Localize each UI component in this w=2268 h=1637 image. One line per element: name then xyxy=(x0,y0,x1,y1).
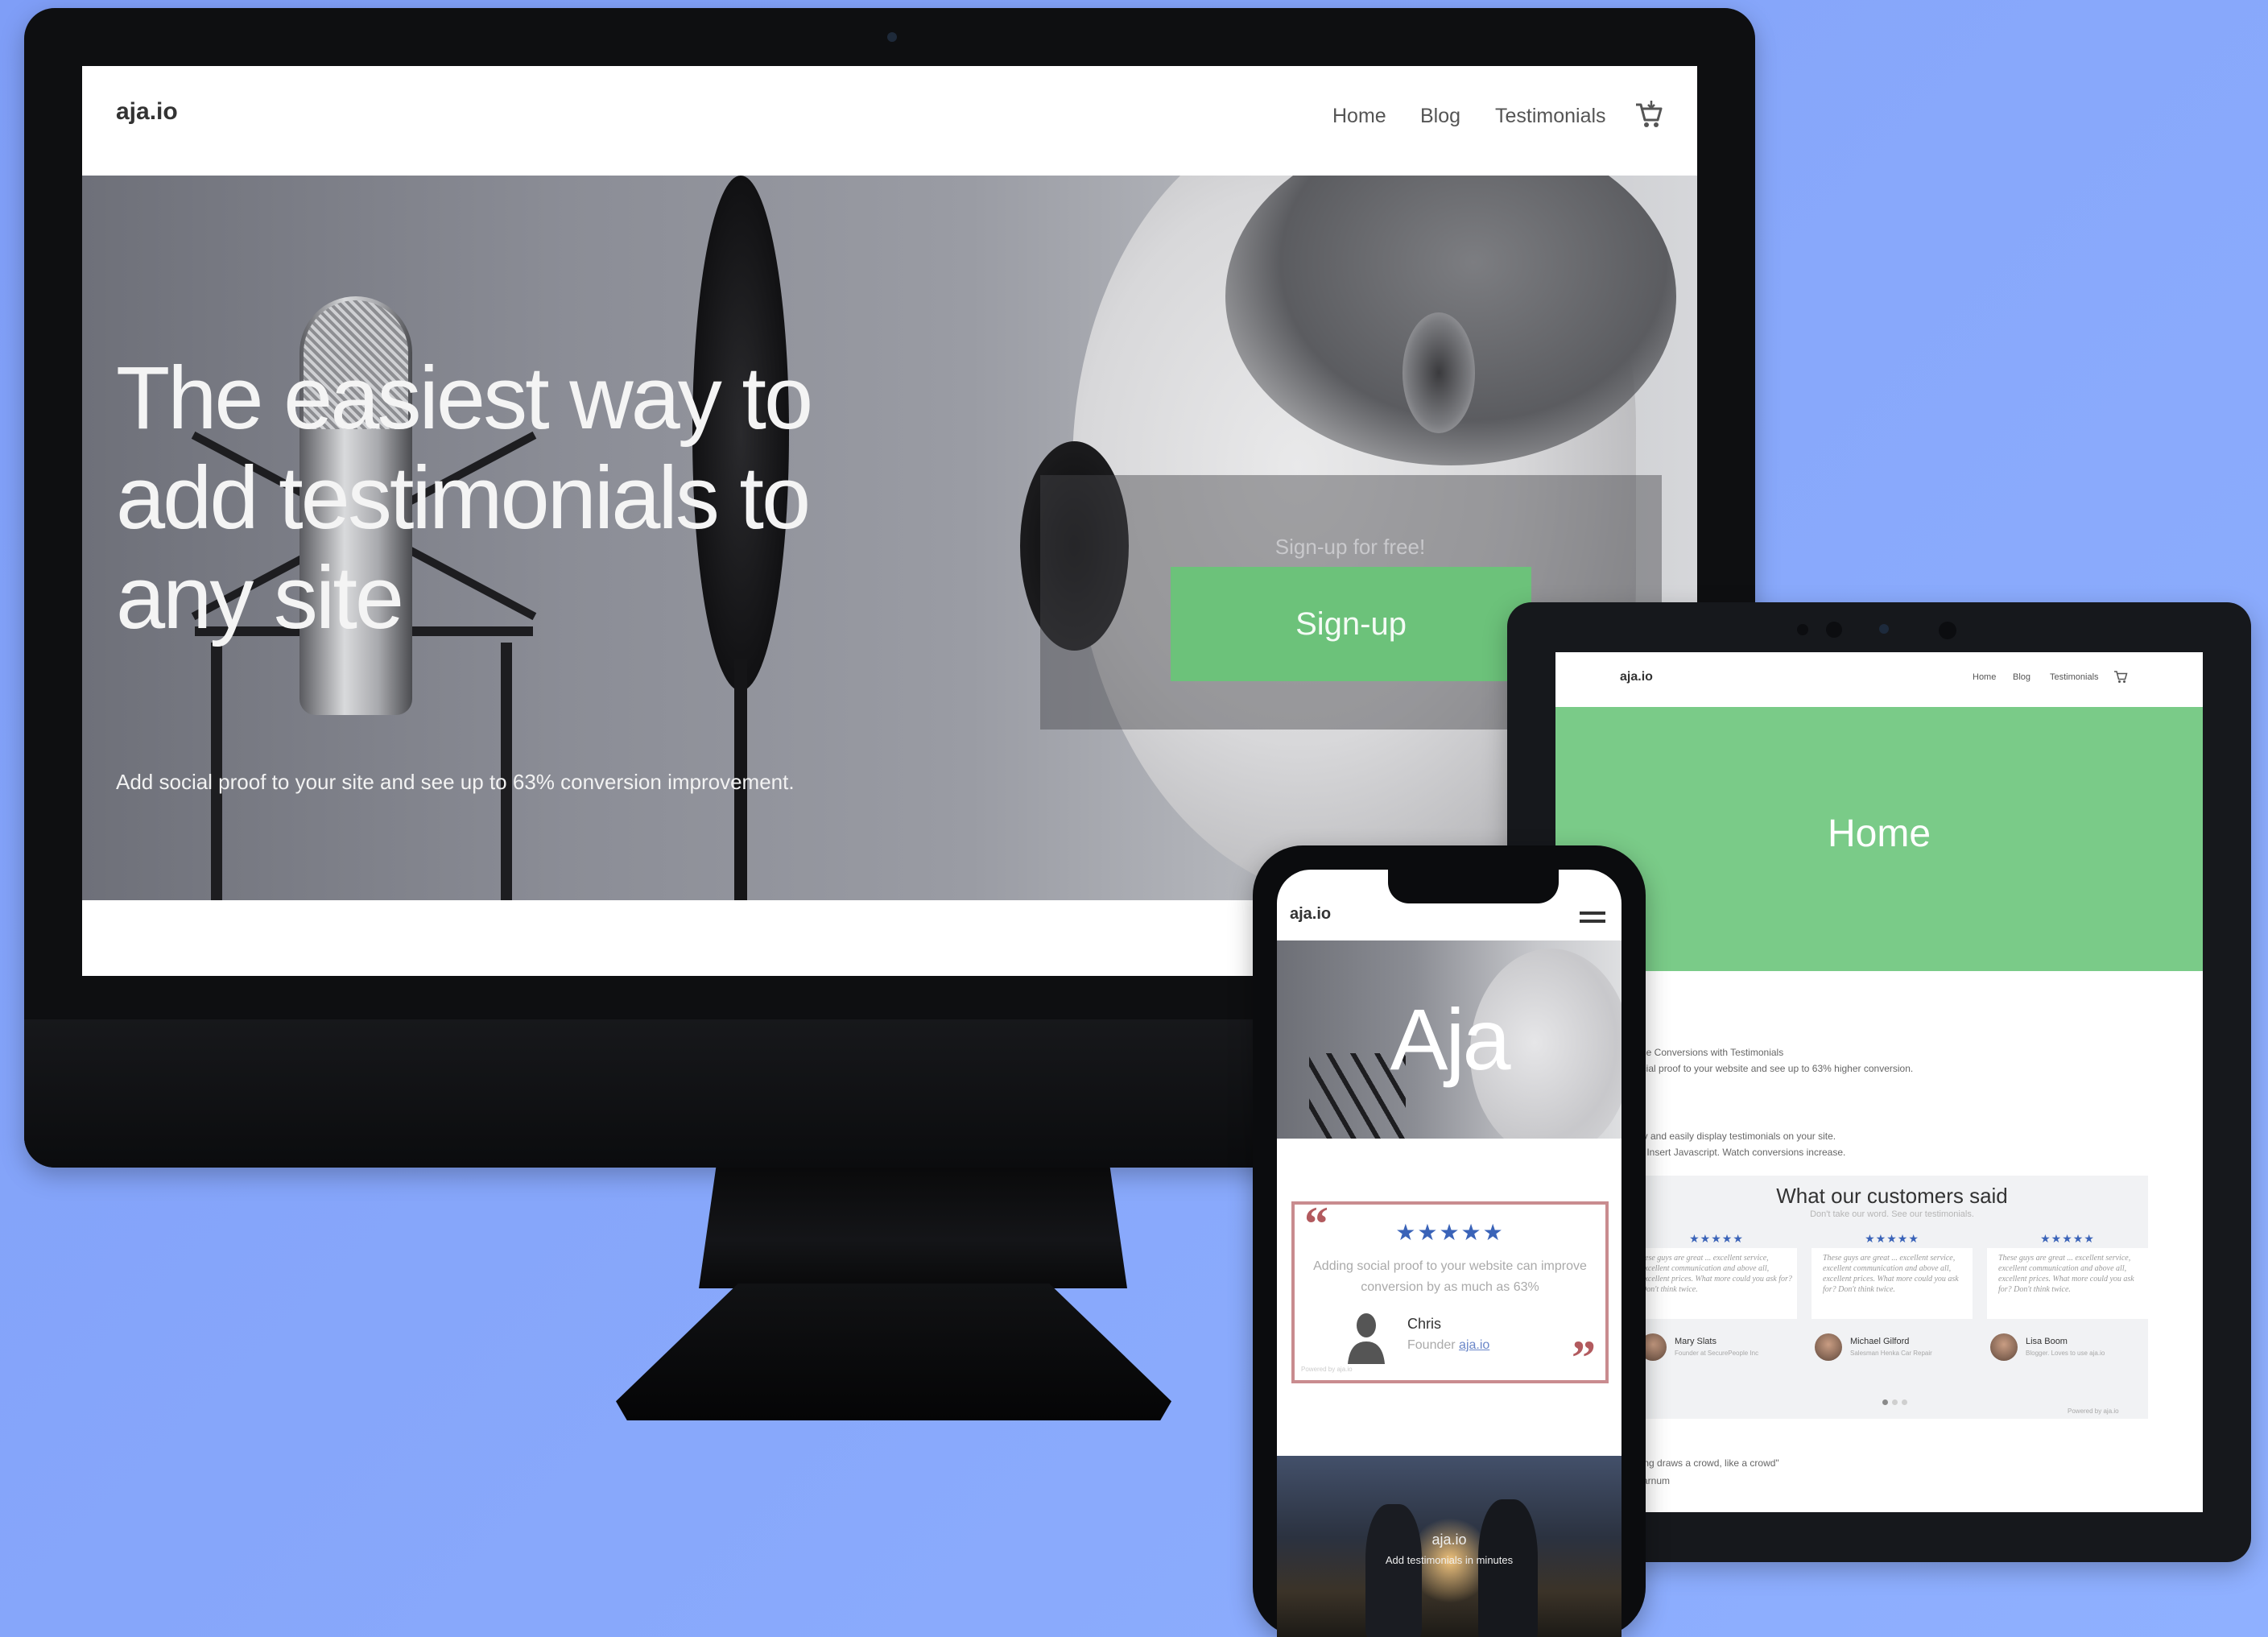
carousel-dot-active[interactable] xyxy=(1882,1399,1888,1405)
testimonial-card: ★★★★★ hese guys are great ... excellent … xyxy=(1636,1232,1797,1319)
tablet-section-text: kly and easily display testimonials on y… xyxy=(1636,1131,1836,1142)
monitor-camera xyxy=(887,32,897,42)
testimonial-name: Lisa Boom xyxy=(2026,1337,2068,1346)
desktop-nav-home[interactable]: Home xyxy=(1332,105,1386,128)
desktop-nav-testimonials[interactable]: Testimonials xyxy=(1495,105,1606,128)
signup-label: Sign-up for free! xyxy=(1274,535,1426,559)
photo-person xyxy=(1365,1504,1422,1637)
tablet-camera xyxy=(1879,624,1889,634)
tablet-logo[interactable]: aja.io xyxy=(1620,670,1653,684)
tablet-camera xyxy=(1797,624,1808,635)
photo-person xyxy=(1478,1499,1538,1637)
tablet-section-text: p. Insert Javascript. Watch conversions … xyxy=(1636,1147,1846,1158)
testimonial-role-title: Founder xyxy=(1407,1338,1456,1352)
hero-title-line: any site xyxy=(116,548,404,647)
desktop-screen: aja.io Home Blog Testimonials The easies… xyxy=(82,66,1697,976)
tablet-nav-home[interactable]: Home xyxy=(1973,672,1996,682)
hamburger-menu-icon[interactable] xyxy=(1580,910,1605,928)
testimonial-role: Founder aja.io xyxy=(1407,1338,1489,1353)
widget-title: What our customers said xyxy=(1776,1184,2008,1208)
phone-photo-subtitle: Add testimonials in minutes xyxy=(1385,1554,1514,1566)
testimonial-card: ★★★★★ These guys are great ... excellent… xyxy=(1812,1232,1973,1319)
tablet-nav-blog[interactable]: Blog xyxy=(2013,672,2030,682)
hero-title: The easiest way to add testimonials to a… xyxy=(116,349,921,648)
avatar-silhouette-icon xyxy=(1348,1313,1385,1364)
widget-powered-by: Powered by aja.io xyxy=(2068,1408,2119,1415)
carousel-dot[interactable] xyxy=(1892,1399,1898,1405)
testimonial-name: Chris xyxy=(1407,1316,1442,1332)
avatar xyxy=(1990,1333,2018,1361)
rating-stars: ★★★★★ xyxy=(1689,1232,1744,1245)
tablet-nav-testimonials[interactable]: Testimonials xyxy=(2050,672,2099,682)
desktop-nav-blog[interactable]: Blog xyxy=(1420,105,1460,128)
carousel-dot[interactable] xyxy=(1902,1399,1907,1405)
phone-hero-title: Aja xyxy=(1390,990,1510,1088)
testimonial-quote: hese guys are great ... excellent servic… xyxy=(1641,1254,1792,1294)
tablet-camera xyxy=(1939,622,1956,639)
desktop-navbar: aja.io Home Blog Testimonials xyxy=(82,66,1697,176)
avatar xyxy=(1815,1333,1842,1361)
phone-photo-section: aja.io Add testimonials in minutes xyxy=(1277,1456,1621,1637)
testimonial-widget: What our customers said Don't take our w… xyxy=(1636,1176,2148,1419)
phone-testimonial-card: “ ★★★★★ Adding social proof to your webs… xyxy=(1291,1200,1609,1384)
cart-icon[interactable] xyxy=(2113,668,2129,684)
rating-stars: ★★★★★ xyxy=(2040,1232,2095,1245)
phone-device: aja.io Aja “ ★★★★★ Adding social proof t… xyxy=(1253,845,1646,1637)
testimonial-name: Michael Gilford xyxy=(1850,1337,1910,1346)
testimonial-quote: These guys are great ... excellent servi… xyxy=(1998,1254,2134,1294)
testimonial-card: ★★★★★ These guys are great ... excellent… xyxy=(1987,1232,2148,1319)
testimonial-role: Blogger. Loves to use aja.io xyxy=(2026,1350,2105,1357)
tablet-section-heading: ase Conversions with Testimonials xyxy=(1636,1047,1784,1058)
testimonial-quote: Adding social proof to your website can … xyxy=(1313,1259,1587,1294)
phone-screen: aja.io Aja “ ★★★★★ Adding social proof t… xyxy=(1277,870,1621,1637)
desktop-hero: The easiest way to add testimonials to a… xyxy=(82,176,1697,900)
tablet-hero-title: Home xyxy=(1827,812,1931,855)
tablet-hero: Home xyxy=(1555,707,2203,971)
widget-subtitle: Don't take our word. See our testimonial… xyxy=(1810,1209,1974,1219)
monitor-stand-base xyxy=(616,1284,1171,1420)
desktop-logo[interactable]: aja.io xyxy=(116,98,178,126)
hero-photo-ear xyxy=(1403,312,1475,433)
close-quote-icon: ” xyxy=(1572,1331,1596,1384)
testimonial-role: Salesman Henka Car Repair xyxy=(1850,1350,1932,1357)
testimonial-role: Founder at SecurePeople Inc xyxy=(1675,1350,1759,1357)
phone-logo[interactable]: aja.io xyxy=(1290,905,1331,924)
signup-button[interactable]: Sign-up xyxy=(1171,567,1531,681)
tablet-screen: aja.io Home Blog Testimonials Home ase C… xyxy=(1555,652,2203,1512)
hero-title-line: add testimonials to xyxy=(116,449,811,548)
tablet-camera xyxy=(1826,622,1842,638)
tablet-footer-quote: hing draws a crowd, like a crowd" xyxy=(1636,1457,1779,1469)
phone-notch xyxy=(1388,870,1559,903)
testimonial-quote: These guys are great ... excellent servi… xyxy=(1823,1254,1959,1294)
widget-powered-by: Powered by aja.io xyxy=(1301,1366,1353,1373)
testimonial-role-link[interactable]: aja.io xyxy=(1459,1338,1489,1352)
cart-icon[interactable] xyxy=(1633,98,1665,130)
phone-hero: Aja xyxy=(1277,940,1621,1139)
monitor-stand-neck xyxy=(699,1168,1127,1288)
hero-title-line: The easiest way to xyxy=(116,349,813,448)
hero-subtitle: Add social proof to your site and see up… xyxy=(116,770,795,794)
tablet-section-text: ocial proof to your website and see up t… xyxy=(1636,1063,1914,1074)
phone-photo-title: aja.io xyxy=(1431,1532,1467,1548)
rating-stars: ★★★★★ xyxy=(1865,1232,1919,1245)
rating-stars: ★★★★★ xyxy=(1395,1220,1505,1245)
testimonial-name: Mary Slats xyxy=(1675,1337,1716,1346)
